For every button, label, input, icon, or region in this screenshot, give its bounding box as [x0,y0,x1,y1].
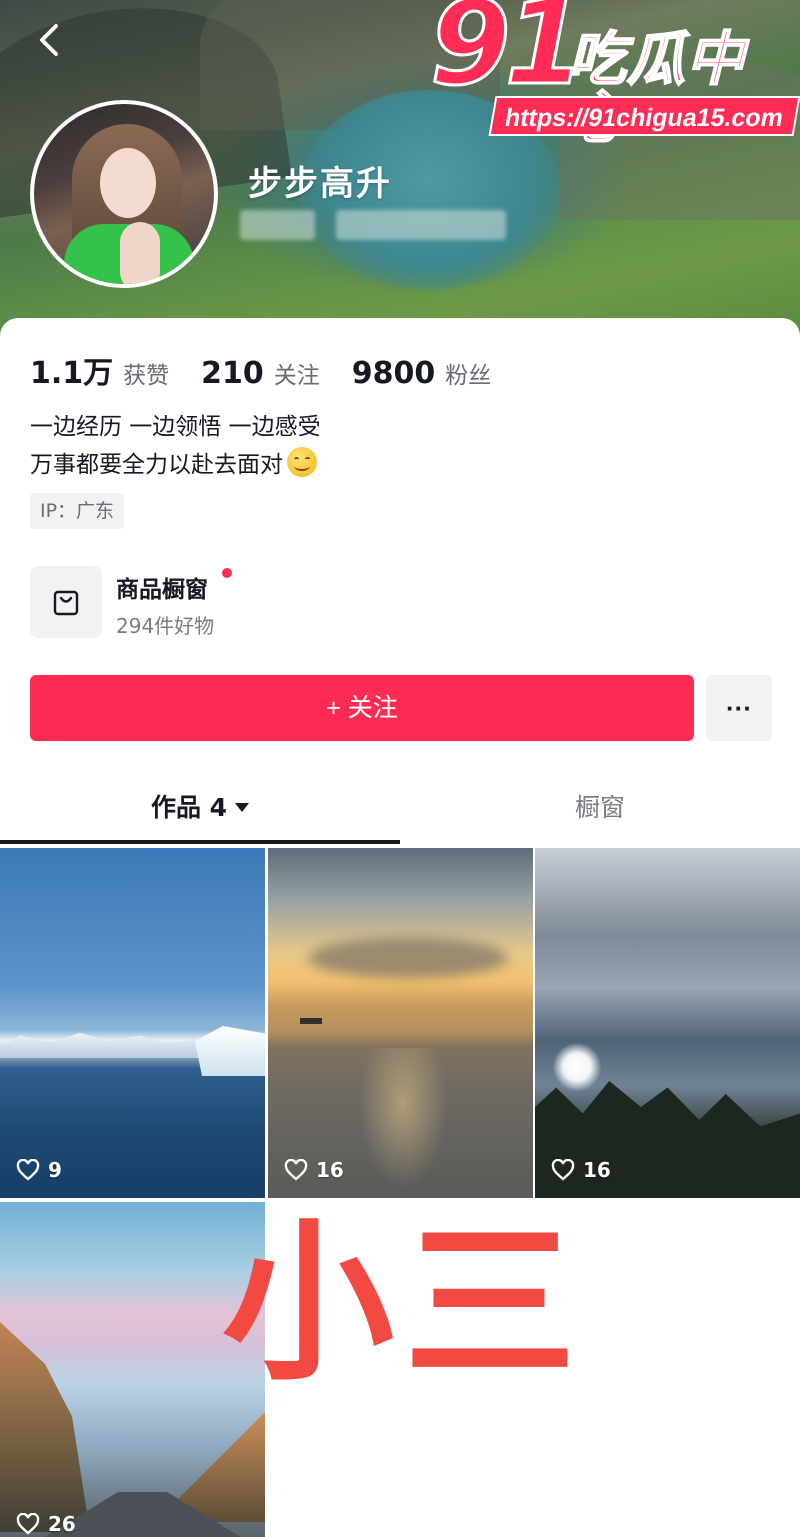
bio-line: 万事都要全力以赴去面对 [30,452,283,478]
chevron-left-icon [40,24,58,56]
follow-button[interactable]: + 关注 [30,675,694,741]
likes-value: 16 [316,1158,344,1182]
back-button[interactable] [36,22,80,66]
shop-window-entry[interactable]: 商品橱窗 294件好物 [30,566,430,638]
more-options-button[interactable]: ··· [706,675,772,741]
overlay-annotation-text: 小三 [222,1203,586,1404]
likes-value: 9 [48,1158,62,1182]
heart-icon [16,1159,40,1181]
heart-icon [551,1159,575,1181]
blurred-id [240,210,315,240]
following-count[interactable]: 210 [201,356,264,391]
profile-banner: 步步高升 91 吃瓜中心 https://91chigua15.com [0,0,800,340]
following-label: 关注 [273,363,320,389]
ip-location-tag: IP：广东 [30,493,125,529]
post-tile[interactable]: 16 [535,848,800,1198]
avatar[interactable] [30,100,218,288]
shopping-bag-icon [30,566,102,638]
shop-item-count: 294件好物 [116,614,215,638]
tab-indicator [0,840,400,844]
profile-nickname: 步步高升 [248,164,392,204]
followers-label: 粉丝 [445,363,492,389]
likes-value: 26 [48,1512,76,1536]
heart-icon [16,1513,40,1535]
blurred-id [336,210,506,240]
tab-shop[interactable]: 橱窗 [400,778,800,848]
likes-value: 16 [583,1158,611,1182]
post-likes: 16 [551,1158,611,1182]
watermark-number: 91 [428,0,586,111]
profile-bio: 一边经历 一边领悟 一边感受 万事都要全力以赴去面对 [30,408,321,484]
heart-icon [284,1159,308,1181]
profile-tabs: 作品 4 橱窗 [0,778,800,848]
smile-emoji-icon [287,447,317,477]
tab-works[interactable]: 作品 4 [0,778,400,848]
watermark-url: https://91chigua15.com [488,96,800,136]
likes-count[interactable]: 1.1万 [30,348,113,392]
post-tile[interactable]: 9 [0,848,265,1198]
followers-count[interactable]: 9800 [352,356,436,391]
shop-title: 商品橱窗 [116,577,208,603]
notification-dot [222,568,232,578]
post-tile[interactable]: 16 [268,848,533,1198]
tab-works-label: 作品 4 [150,793,228,822]
bio-line: 一边经历 一边领悟 一边感受 [30,414,321,440]
post-likes: 9 [16,1158,62,1182]
likes-label: 获赞 [123,363,170,389]
caret-down-icon [235,803,250,812]
post-likes: 16 [284,1158,344,1182]
post-likes: 26 [16,1512,76,1536]
profile-stats: 1.1万 获赞 210 关注 9800 粉丝 [30,348,523,392]
